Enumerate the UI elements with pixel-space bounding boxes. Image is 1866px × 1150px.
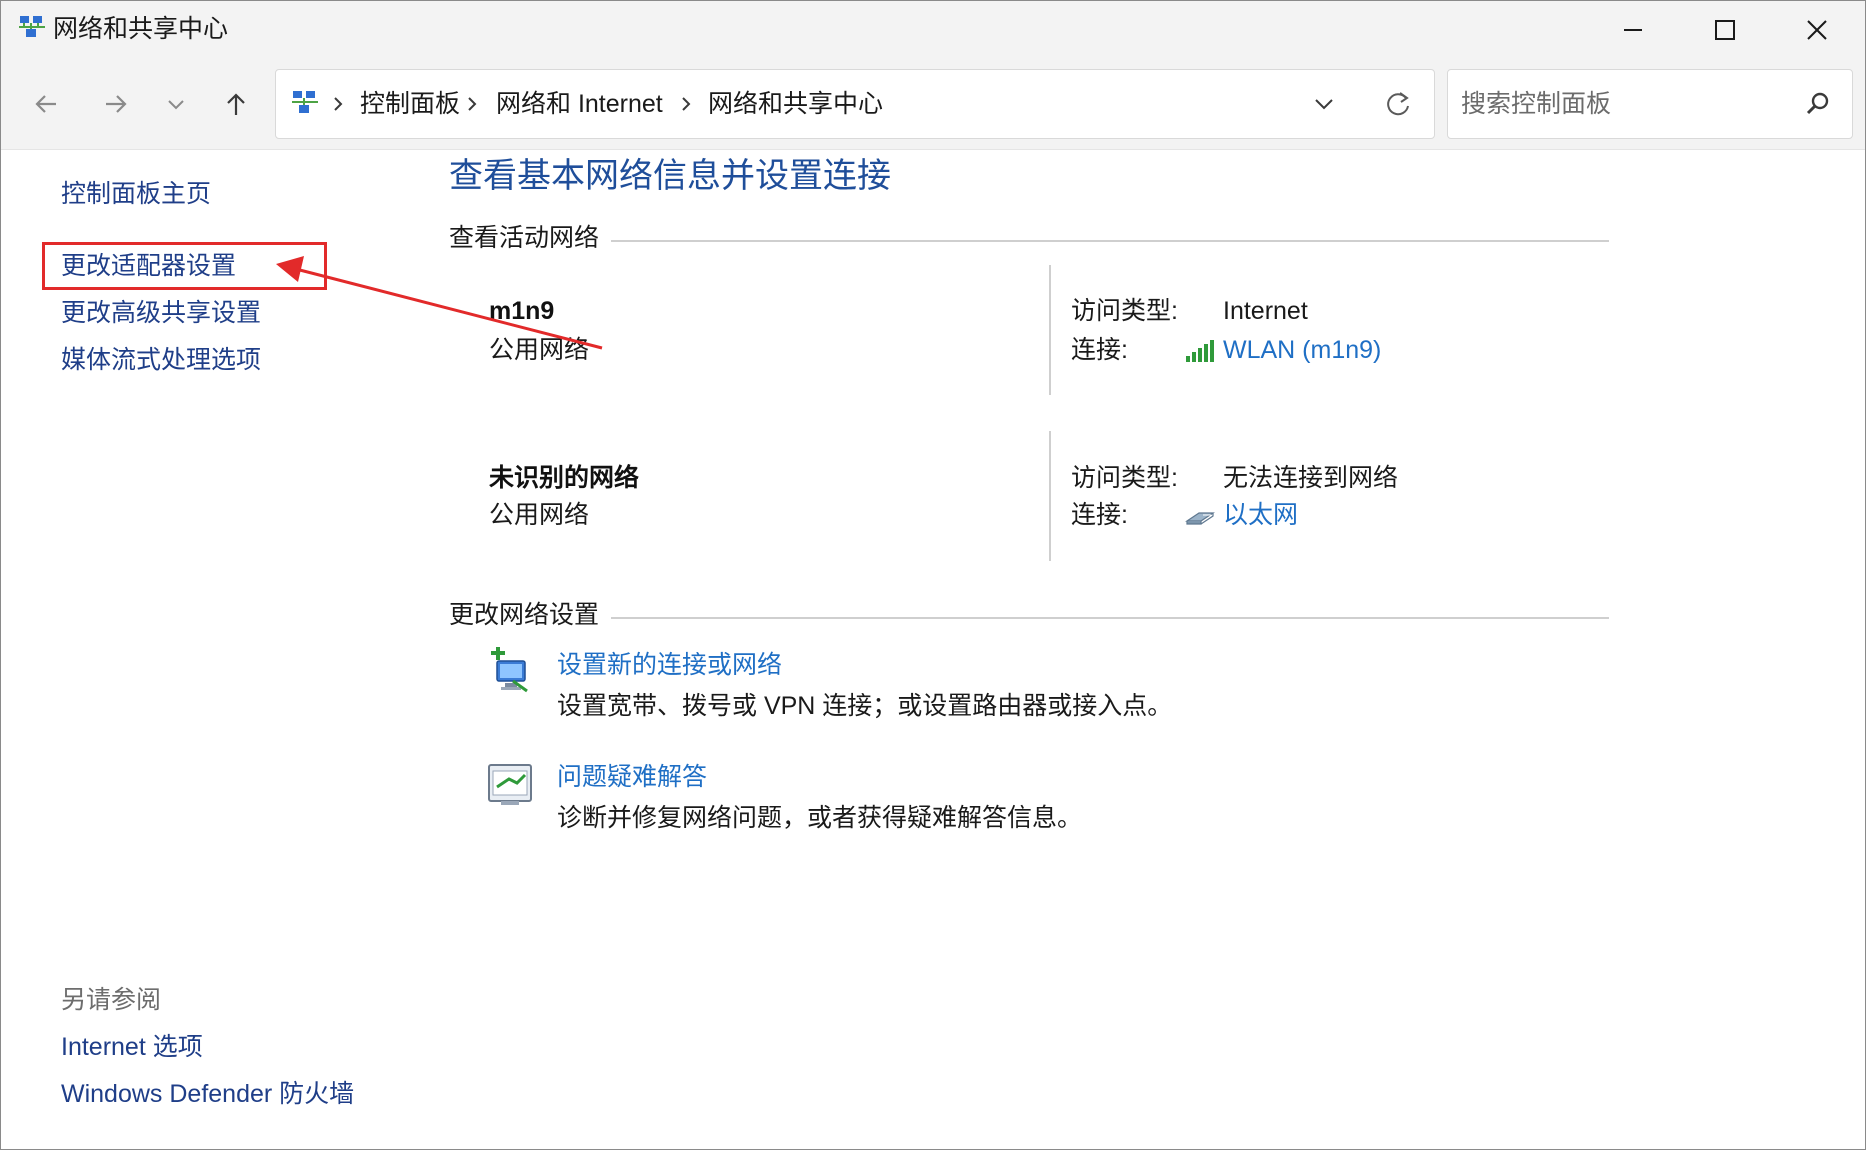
- search-icon[interactable]: [1804, 90, 1832, 118]
- network-divider: [1049, 265, 1051, 395]
- change-settings-heading: 更改网络设置: [449, 599, 612, 631]
- title-bar: 网络和共享中心: [1, 1, 1865, 59]
- breadcrumb-separator-icon: [334, 97, 343, 111]
- forward-button[interactable]: [93, 81, 139, 127]
- troubleshoot-problems-description: 诊断并修复网络问题，或者获得疑难解答信息。: [557, 804, 1083, 832]
- wlan-connection-link[interactable]: WLAN (m1n9): [1223, 334, 1381, 366]
- network-divider: [1049, 431, 1051, 561]
- network-sharing-center-window: 网络和共享中心 控制面板 网络和 Internet 网络和共享中心 搜索控制面板…: [0, 0, 1866, 1150]
- sidebar-media-streaming-options[interactable]: 媒体流式处理选项: [61, 344, 261, 376]
- new-connection-icon: [491, 647, 528, 693]
- section-divider: [449, 240, 1609, 242]
- setup-new-connection-link[interactable]: 设置新的连接或网络: [557, 649, 782, 681]
- see-also-heading: 另请参阅: [61, 986, 162, 1014]
- connection-label: 连接:: [1071, 336, 1128, 364]
- access-type-label: 访问类型:: [1071, 297, 1178, 325]
- network-name: 未识别的网络: [489, 464, 640, 492]
- chevron-down-icon[interactable]: [1312, 92, 1336, 116]
- troubleshoot-problems-link[interactable]: 问题疑难解答: [557, 761, 707, 793]
- setup-new-connection-description: 设置宽带、拨号或 VPN 连接；或设置路由器或接入点。: [557, 692, 1173, 720]
- network-category[interactable]: 公用网络: [489, 499, 589, 531]
- navigation-bar: 控制面板 网络和 Internet 网络和共享中心 搜索控制面板: [1, 59, 1865, 150]
- refresh-icon[interactable]: [1384, 90, 1412, 118]
- close-icon: [1807, 20, 1827, 40]
- access-type-value: Internet: [1223, 297, 1308, 325]
- ethernet-icon: [1185, 512, 1215, 525]
- breadcrumb-separator-icon: [468, 97, 477, 111]
- back-button[interactable]: [23, 81, 69, 127]
- arrow-left-icon: [35, 95, 56, 113]
- troubleshoot-icon: [488, 764, 532, 805]
- maximize-button[interactable]: [1679, 1, 1771, 59]
- breadcrumb-separator-icon: [682, 97, 691, 111]
- active-networks-heading: 查看活动网络: [449, 222, 612, 254]
- address-bar[interactable]: 控制面板 网络和 Internet 网络和共享中心: [275, 69, 1435, 139]
- sidebar-advanced-sharing-settings[interactable]: 更改高级共享设置: [61, 297, 261, 329]
- page-title: 查看基本网络信息并设置连接: [449, 157, 891, 195]
- section-divider: [449, 617, 1609, 619]
- arrow-right-icon: [106, 95, 127, 113]
- see-also-windows-defender-firewall[interactable]: Windows Defender 防火墙: [61, 1078, 354, 1110]
- access-type-label: 访问类型:: [1071, 464, 1178, 492]
- access-type-value: 无法连接到网络: [1223, 464, 1399, 492]
- minimize-icon: [1624, 29, 1642, 31]
- annotation-highlight-box: [42, 242, 327, 290]
- see-also-internet-options[interactable]: Internet 选项: [61, 1031, 203, 1063]
- chevron-down-icon: [168, 100, 184, 110]
- breadcrumb-network-internet[interactable]: 网络和 Internet: [496, 88, 663, 120]
- close-button[interactable]: [1771, 1, 1863, 59]
- maximize-icon: [1715, 20, 1735, 40]
- ethernet-connection-link[interactable]: 以太网: [1223, 499, 1298, 531]
- network-category[interactable]: 公用网络: [489, 334, 589, 366]
- breadcrumb-control-panel[interactable]: 控制面板: [360, 88, 460, 120]
- control-panel-network-icon: [292, 91, 318, 113]
- connection-label: 连接:: [1071, 501, 1128, 529]
- minimize-button[interactable]: [1587, 1, 1679, 59]
- recent-locations-button[interactable]: [153, 81, 199, 127]
- wifi-signal-icon: [1186, 340, 1214, 362]
- network-name: m1n9: [489, 297, 555, 325]
- breadcrumb-network-sharing-center[interactable]: 网络和共享中心: [708, 88, 883, 120]
- arrow-up-icon: [227, 93, 245, 115]
- window-title: 网络和共享中心: [53, 15, 229, 43]
- search-input[interactable]: 搜索控制面板: [1461, 88, 1611, 120]
- sidebar-control-panel-home[interactable]: 控制面板主页: [61, 178, 211, 210]
- up-button[interactable]: [213, 81, 259, 127]
- network-center-icon: [19, 16, 45, 37]
- search-box[interactable]: 搜索控制面板: [1447, 69, 1853, 139]
